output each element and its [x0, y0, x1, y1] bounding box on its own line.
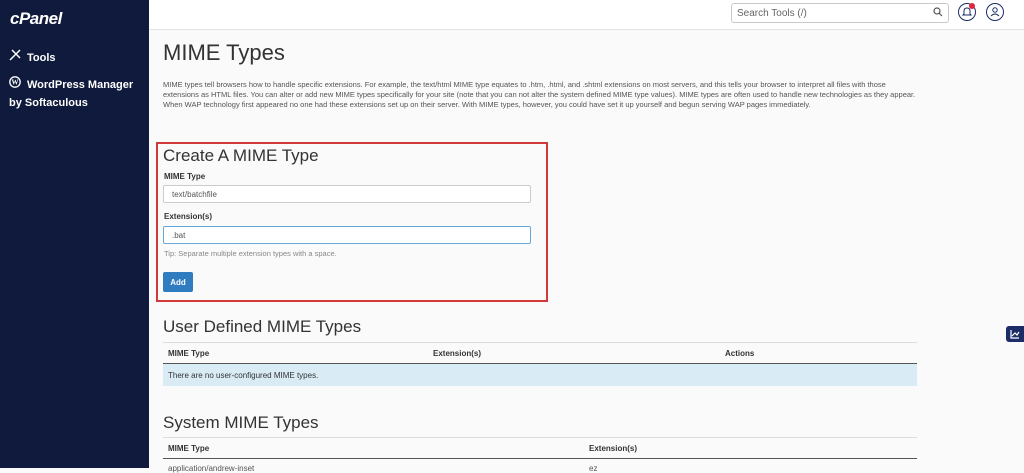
user-menu-button[interactable]: [986, 3, 1004, 21]
table-header: MIME Type Extension(s): [163, 437, 917, 459]
user-defined-section-title: User Defined MIME Types: [163, 317, 362, 336]
empty-table-row: There are no user-configured MIME types.: [163, 364, 917, 386]
mime-type-cell: application/andrew-inset: [168, 464, 255, 473]
page-title: MIME Types: [163, 40, 285, 65]
cpanel-logo[interactable]: cPanel: [10, 9, 62, 29]
extensions-tip: Tip: Separate multiple extension types w…: [164, 249, 337, 258]
table-row: application/andrew-inset ez: [163, 459, 917, 473]
chart-icon: [1006, 329, 1024, 346]
search-icon[interactable]: [933, 7, 943, 20]
system-section-title: System MIME Types: [163, 413, 319, 432]
sidebar-item-tools[interactable]: Tools: [9, 49, 56, 67]
extension-cell: ez: [589, 464, 598, 473]
tools-icon: [9, 49, 23, 67]
create-mime-highlight-box: [156, 142, 548, 302]
page-description: MIME types tell browsers how to handle s…: [163, 80, 916, 109]
stats-panel-toggle[interactable]: [1006, 326, 1024, 342]
notification-badge: [969, 3, 975, 9]
wordpress-icon: W: [9, 76, 23, 94]
bell-icon: [959, 7, 975, 24]
mime-type-input[interactable]: [163, 185, 531, 203]
system-mime-table: MIME Type Extension(s) application/andre…: [163, 437, 917, 473]
column-header-mime-type[interactable]: MIME Type: [168, 349, 209, 358]
column-header-extensions[interactable]: Extension(s): [589, 444, 637, 453]
column-header-extensions[interactable]: Extension(s): [433, 349, 481, 358]
user-icon: [987, 7, 1003, 24]
sidebar-item-wordpress-manager[interactable]: W WordPress Manager by Softaculous: [9, 76, 143, 112]
notifications-button[interactable]: [958, 3, 976, 21]
top-bar: Search Tools (/): [149, 0, 1024, 30]
search-tools-input[interactable]: Search Tools (/): [731, 3, 949, 23]
sidebar: cPanel Tools W WordPress Manager by Soft…: [0, 0, 149, 468]
sidebar-item-label: Tools: [27, 52, 56, 64]
table-header: MIME Type Extension(s) Actions: [163, 342, 917, 364]
sidebar-item-label: WordPress Manager by Softaculous: [9, 79, 134, 110]
empty-message: There are no user-configured MIME types.: [168, 371, 319, 380]
user-defined-table: MIME Type Extension(s) Actions There are…: [163, 342, 917, 386]
search-placeholder: Search Tools (/): [737, 8, 807, 19]
create-section-title: Create A MIME Type: [163, 146, 319, 165]
extensions-label: Extension(s): [164, 212, 213, 221]
mime-type-label: MIME Type: [164, 172, 206, 181]
extensions-input[interactable]: [163, 226, 531, 244]
column-header-mime-type[interactable]: MIME Type: [168, 444, 209, 453]
svg-text:W: W: [12, 79, 19, 87]
add-button[interactable]: Add: [163, 272, 193, 292]
column-header-actions: Actions: [725, 349, 755, 358]
